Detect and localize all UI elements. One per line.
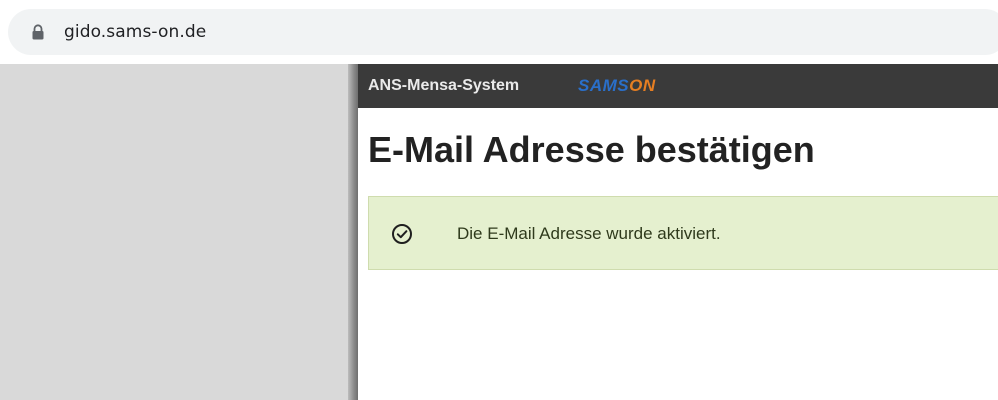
brand-logo-part2: ON <box>629 76 656 95</box>
url-text[interactable]: gido.sams-on.de <box>64 21 206 43</box>
page-title: E-Mail Adresse bestätigen <box>368 129 815 170</box>
app-header: ANS-Mensa-System SAMSON <box>358 64 998 108</box>
address-bar[interactable]: gido.sams-on.de <box>8 9 998 55</box>
check-circle-icon <box>391 223 413 245</box>
panel-shadow <box>348 64 358 400</box>
lock-icon[interactable] <box>31 24 45 40</box>
main-content: E-Mail Adresse bestätigen Die E-Mail Adr… <box>358 108 998 400</box>
app-title: ANS-Mensa-System <box>368 77 520 94</box>
brand-logo-part1: SAMS <box>578 76 630 95</box>
page: ANS-Mensa-System SAMSON E-Mail Adresse b… <box>0 64 998 400</box>
brand-logo: SAMSON <box>578 75 656 97</box>
alert-message: Die E-Mail Adresse wurde aktiviert. <box>457 224 721 243</box>
browser-toolbar: gido.sams-on.de <box>0 0 998 64</box>
success-alert: Die E-Mail Adresse wurde aktiviert. <box>368 196 998 270</box>
left-gray-panel <box>0 64 350 400</box>
